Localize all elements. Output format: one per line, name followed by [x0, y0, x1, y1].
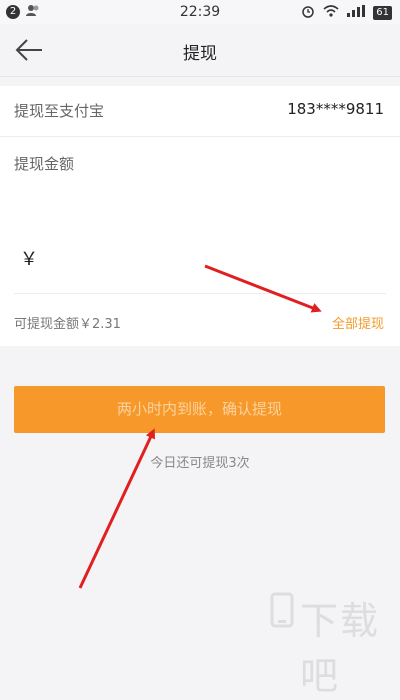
page-title: 提现 [183, 44, 217, 64]
alipay-label: 提现至支付宝 [14, 102, 105, 120]
alipay-account: 183****9811 [287, 100, 384, 118]
watermark-text: 下载吧 [300, 599, 381, 698]
withdraw-all-button[interactable]: 全部提现 [332, 313, 384, 332]
confirm-withdraw-button[interactable]: 两小时内到账，确认提现 [14, 386, 385, 433]
battery-icon: 61 [373, 6, 392, 20]
alarm-icon [301, 4, 315, 22]
watermark-logo-icon [268, 590, 296, 634]
withdraw-card: 提现至支付宝 183****9811 提现金额 ￥ 可提现金额￥2.31 全部提… [0, 86, 400, 346]
status-bar: 2 22:39 61 [0, 0, 400, 24]
remaining-withdrawals: 今日还可提现3次 [150, 456, 250, 471]
wifi-icon [323, 5, 339, 21]
nav-bar: 提现 [0, 24, 400, 77]
alipay-account-row: 提现至支付宝 183****9811 [0, 86, 400, 137]
amount-input[interactable]: ￥ [14, 241, 386, 294]
currency-symbol: ￥ [20, 249, 38, 270]
signal-icon [347, 5, 366, 21]
available-amount: 可提现金额￥2.31 [14, 317, 121, 332]
amount-label: 提现金额 [14, 155, 75, 173]
